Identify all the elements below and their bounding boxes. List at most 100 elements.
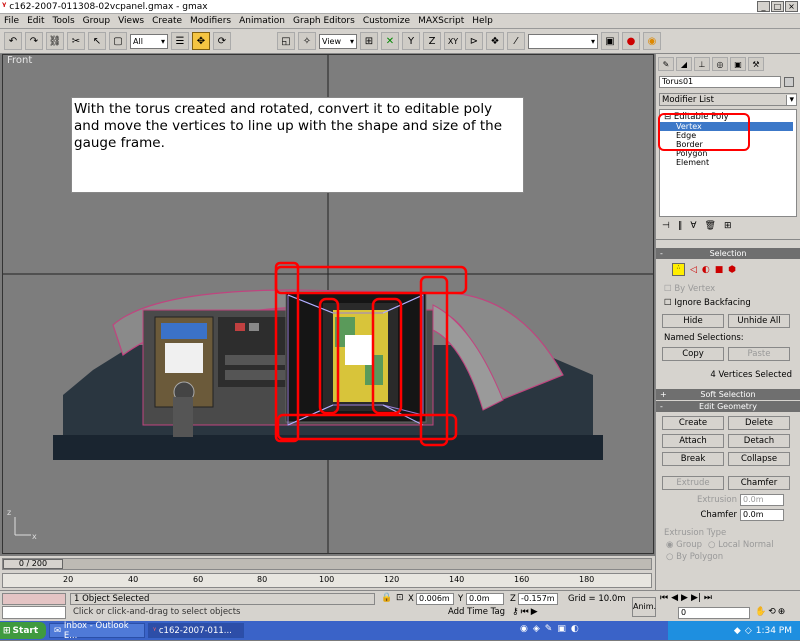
unlink-icon[interactable]: ✂ (67, 32, 85, 50)
minimize-button[interactable]: _ (757, 1, 770, 12)
detach-button[interactable]: Detach (728, 434, 790, 448)
scale-icon[interactable]: ◱ (277, 32, 295, 50)
pin-stack-icon[interactable]: ⊣ (662, 221, 670, 235)
edit-geometry-rollout-header[interactable]: - Edit Geometry (656, 401, 800, 412)
border-mode-icon[interactable]: ◐ (702, 265, 710, 275)
create-button[interactable]: Create (662, 416, 724, 430)
hide-button[interactable]: Hide (662, 314, 724, 328)
quick-launch-icon[interactable]: ◈ (533, 624, 540, 634)
select-object-icon[interactable]: ↖ (88, 32, 106, 50)
maxscript-listener-field[interactable] (2, 593, 66, 605)
go-to-end-icon[interactable]: ⏭ (704, 593, 712, 603)
time-slider-thumb[interactable]: 0 / 200 (3, 559, 63, 569)
undo-icon[interactable]: ↶ (4, 32, 22, 50)
make-unique-icon[interactable]: ∀ (690, 221, 696, 235)
menu-views[interactable]: Views (114, 16, 148, 26)
motion-tab-icon[interactable]: ◎ (712, 57, 728, 71)
maximize-button[interactable]: □ (771, 1, 784, 12)
redo-icon[interactable]: ↷ (25, 32, 43, 50)
stack-item-element[interactable]: Element (660, 158, 796, 167)
axis-constraint-icon[interactable]: ✕ (381, 32, 399, 50)
element-mode-icon[interactable]: ⬢ (728, 265, 736, 275)
by-vertex-checkbox[interactable]: ☐ By Vertex (656, 280, 800, 296)
chamfer-spinner[interactable]: 0.0m (740, 509, 784, 521)
menu-tools[interactable]: Tools (49, 16, 79, 26)
menu-maxscript[interactable]: MAXScript (414, 16, 468, 26)
hierarchy-tab-icon[interactable]: ⊥ (694, 57, 710, 71)
clock[interactable]: 1:34 PM (756, 626, 792, 636)
absolute-mode-icon[interactable]: ⊡ (396, 593, 404, 603)
menu-customize[interactable]: Customize (359, 16, 414, 26)
modifier-list-select[interactable]: Modifier List ▾ (659, 93, 797, 106)
track-bar[interactable]: 20 40 60 80 100 120 140 160 180 (2, 573, 652, 588)
front-viewport[interactable]: z x Front With the torus created and rot… (2, 54, 654, 554)
mirror-icon[interactable]: ⊳ (465, 32, 483, 50)
paste-button[interactable]: Paste (728, 347, 790, 361)
current-frame-field[interactable]: 0 (678, 607, 750, 619)
quick-launch-icon[interactable]: ▣ (557, 624, 566, 634)
axis-y-icon[interactable]: Y (402, 32, 420, 50)
delete-button[interactable]: Delete (728, 416, 790, 430)
collapse-button[interactable]: Collapse (728, 452, 790, 466)
configure-sets-icon[interactable]: ⊞ (724, 221, 732, 235)
object-name-field[interactable]: Torus01 (659, 76, 781, 88)
orbit-icon[interactable]: ⟲ (768, 607, 776, 617)
quick-launch-icon[interactable]: ◉ (520, 624, 528, 634)
align-icon[interactable]: ❖ (486, 32, 504, 50)
menu-animation[interactable]: Animation (235, 16, 289, 26)
task-gmax[interactable]: ᵞ c162-2007-011... (148, 623, 244, 638)
break-button[interactable]: Break (662, 452, 724, 466)
remove-modifier-icon[interactable]: 🗑 (705, 221, 716, 235)
link-icon[interactable]: ⛓ (46, 32, 64, 50)
move-icon[interactable]: ✥ (192, 32, 210, 50)
object-color-swatch[interactable] (784, 77, 794, 87)
spacing-icon[interactable]: ⁄ (507, 32, 525, 50)
chamfer-button[interactable]: Chamfer (728, 476, 790, 490)
unhide-all-button[interactable]: Unhide All (728, 314, 790, 328)
prev-frame-icon[interactable]: ◀ (671, 593, 678, 603)
tray-icon[interactable]: ◆ (734, 626, 741, 636)
menu-group[interactable]: Group (79, 16, 114, 26)
pan-icon[interactable]: ✋ (755, 607, 766, 617)
material-editor-icon[interactable]: ● (622, 32, 640, 50)
soft-selection-rollout-header[interactable]: + Soft Selection (656, 389, 800, 400)
y-coord-field[interactable]: 0.0m (466, 593, 504, 605)
quick-launch-icon[interactable]: ◐ (571, 624, 579, 634)
region-select-icon[interactable]: ▢ (109, 32, 127, 50)
axis-z-icon[interactable]: Z (423, 32, 441, 50)
menu-graph-editors[interactable]: Graph Editors (289, 16, 359, 26)
menu-modifiers[interactable]: Modifiers (186, 16, 235, 26)
polygon-mode-icon[interactable]: ■ (715, 265, 724, 275)
time-slider-track[interactable]: 0 / 200 (2, 558, 652, 570)
tray-icon[interactable]: ◇ (745, 626, 752, 636)
play-button-icon[interactable]: ▶ (681, 593, 688, 603)
x-coord-field[interactable]: 0.006m (416, 593, 454, 605)
copy-button[interactable]: Copy (662, 347, 724, 361)
next-frame-icon[interactable]: ▶| (691, 593, 701, 603)
reference-coordinate-select[interactable]: View ▾ (319, 33, 357, 49)
snap-icon[interactable]: ✧ (298, 32, 316, 50)
modify-tab-icon[interactable]: ◢ (676, 57, 692, 71)
named-selection-select[interactable]: ▾ (528, 33, 598, 49)
selection-filter-select[interactable]: All ▾ (130, 33, 168, 49)
group-radio[interactable]: ◉ Group (666, 540, 702, 550)
extrusion-spinner[interactable]: 0.0m (740, 494, 784, 506)
create-tab-icon[interactable]: ✎ (658, 57, 674, 71)
utilities-tab-icon[interactable]: ⚒ (748, 57, 764, 71)
extrude-button[interactable]: Extrude (662, 476, 724, 490)
menu-edit[interactable]: Edit (23, 16, 48, 26)
key-icon[interactable]: ⚷ (512, 607, 519, 617)
render-icon[interactable]: ◉ (643, 32, 661, 50)
quick-launch-icon[interactable]: ✎ (545, 624, 553, 634)
attach-button[interactable]: Attach (662, 434, 724, 448)
rotate-icon[interactable]: ⟳ (213, 32, 231, 50)
start-button[interactable]: ⊞ Start (0, 622, 46, 639)
local-normal-radio[interactable]: ○ Local Normal (708, 540, 774, 550)
zoom-icon[interactable]: ⊕ (778, 607, 786, 617)
lock-selection-icon[interactable]: 🔒 (381, 593, 392, 603)
show-end-result-icon[interactable]: ‖ (678, 221, 683, 235)
schematic-icon[interactable]: ▣ (601, 32, 619, 50)
anim-toggle-button[interactable]: Anim. (632, 597, 656, 617)
task-outlook[interactable]: ✉ Inbox - Outlook E... (49, 621, 145, 641)
add-time-tag-button[interactable]: Add Time Tag (448, 607, 505, 617)
